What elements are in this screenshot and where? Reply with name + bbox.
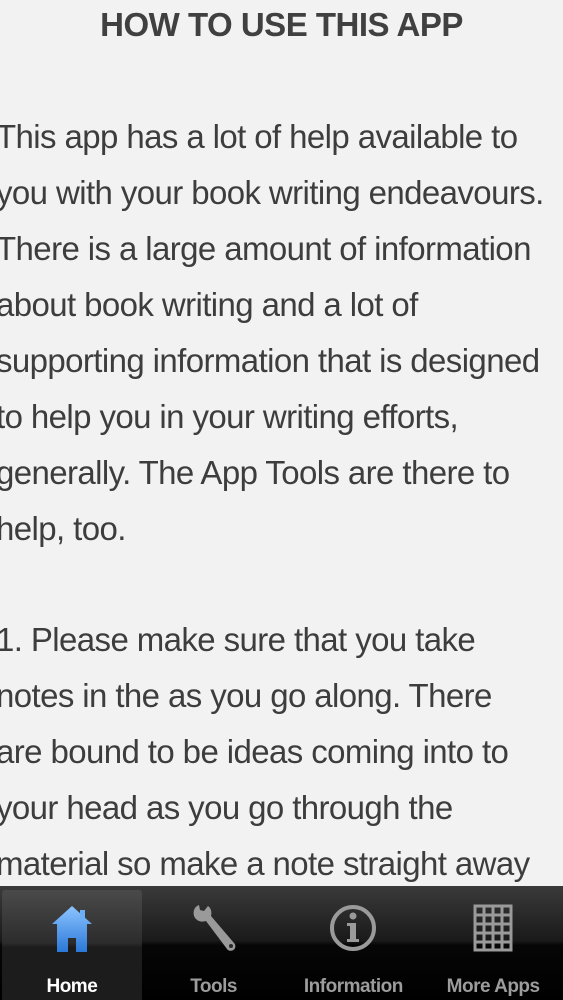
tab-home[interactable]: Home (2, 890, 142, 1000)
tab-home-label: Home (46, 976, 98, 997)
tab-tools-label: Tools (190, 976, 237, 997)
tab-bar: Home Tools Information More Apps (0, 886, 563, 1000)
intro-paragraph: This app has a lot of help available to … (0, 118, 544, 547)
tab-more-apps-label: More Apps (446, 976, 540, 997)
content-scroll-area[interactable]: HOW TO USE THIS APP This app has a lot o… (0, 0, 563, 886)
wrench-icon (189, 900, 239, 956)
tab-information[interactable]: Information (284, 886, 424, 1000)
tab-more-apps[interactable]: More Apps (423, 886, 563, 1000)
page-heading: HOW TO USE THIS APP (100, 6, 463, 43)
grid-icon (468, 900, 518, 956)
tab-tools[interactable]: Tools (144, 886, 284, 1000)
info-icon (328, 900, 378, 956)
tab-information-label: Information (303, 976, 404, 997)
home-icon (47, 900, 97, 956)
step-paragraph: 1. Please make sure that you take notes … (0, 621, 530, 882)
